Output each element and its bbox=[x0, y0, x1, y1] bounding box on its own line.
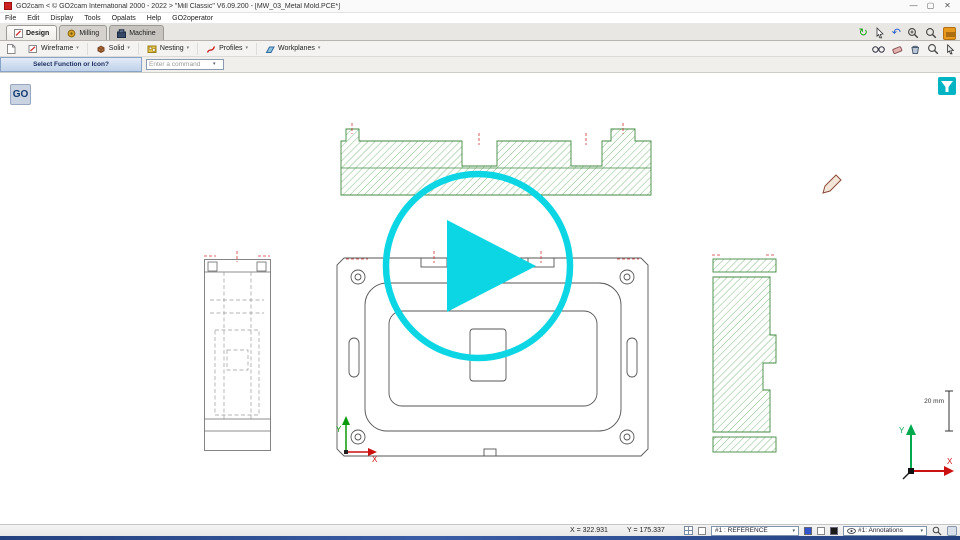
menu-opalats[interactable]: Opalats bbox=[112, 15, 136, 22]
svg-text:X: X bbox=[372, 455, 378, 464]
search-icon[interactable] bbox=[932, 526, 942, 536]
view-icon-cluster: ↻ ↶ bbox=[859, 26, 956, 56]
view-options-icon[interactable] bbox=[872, 45, 885, 54]
reference-select-value: #1 : REFERENCE bbox=[715, 527, 768, 534]
annotations-select-value: #1: Annotations bbox=[858, 527, 903, 534]
world-axes-icon: Y X bbox=[899, 424, 954, 479]
minimize-button[interactable]: — bbox=[905, 0, 922, 12]
machine-icon bbox=[117, 29, 126, 38]
nesting-group[interactable]: Nesting ▾ bbox=[138, 43, 197, 55]
design-icon bbox=[14, 29, 23, 38]
select-cursor-icon[interactable] bbox=[874, 27, 886, 39]
profiles-group[interactable]: Profiles ▾ bbox=[197, 43, 256, 55]
eraser-icon[interactable] bbox=[891, 44, 903, 55]
profiles-icon bbox=[206, 44, 216, 54]
zoom-all-icon[interactable] bbox=[927, 43, 939, 55]
go2cam-window: GO2cam < © GO2cam International 2000 - 2… bbox=[0, 0, 960, 540]
cursor-y-readout: Y = 175.337 bbox=[627, 527, 679, 534]
tab-milling[interactable]: Milling bbox=[59, 25, 107, 40]
chevron-down-icon[interactable]: ▾ bbox=[318, 46, 321, 51]
annotations-checkbox[interactable] bbox=[817, 527, 825, 535]
wireframe-icon bbox=[28, 44, 38, 54]
zoom-window-icon[interactable] bbox=[925, 27, 937, 39]
command-dropdown-icon[interactable]: ▾ bbox=[213, 61, 216, 67]
svg-text:X: X bbox=[947, 457, 953, 466]
tab-milling-label: Milling bbox=[79, 30, 99, 37]
grid-icon[interactable] bbox=[684, 526, 693, 535]
centerline-marks bbox=[204, 251, 270, 262]
nesting-icon bbox=[147, 44, 157, 54]
filter-icon[interactable] bbox=[938, 77, 956, 95]
drawing-canvas[interactable]: GO bbox=[0, 73, 960, 524]
menu-tools[interactable]: Tools bbox=[84, 15, 100, 22]
tab-machine-label: Machine bbox=[129, 30, 155, 37]
pen-color-swatch[interactable] bbox=[830, 527, 838, 535]
reference-select[interactable]: #1 : REFERENCE ▾ bbox=[711, 526, 799, 536]
svg-text:20 mm: 20 mm bbox=[924, 398, 944, 405]
regenerate-icon[interactable]: ↻ bbox=[859, 27, 868, 39]
profiles-label: Profiles bbox=[219, 45, 242, 52]
design-toolbar: Wireframe ▾ Solid ▾ Nesting ▾ Profiles bbox=[0, 41, 960, 57]
chevron-down-icon: ▾ bbox=[920, 528, 923, 534]
menu-edit[interactable]: Edit bbox=[27, 15, 39, 22]
cursor-x-readout: X = 322.931 bbox=[570, 527, 622, 534]
maximize-button[interactable]: ▢ bbox=[922, 0, 939, 12]
eye-icon bbox=[847, 528, 856, 534]
tab-design[interactable]: Design bbox=[6, 25, 57, 40]
menubar: File Edit Display Tools Opalats Help GO2… bbox=[0, 13, 960, 24]
new-document-icon[interactable] bbox=[5, 43, 17, 55]
window-title: GO2cam < © GO2cam International 2000 - 2… bbox=[16, 3, 905, 10]
workplanes-group[interactable]: Workplanes ▾ bbox=[256, 43, 328, 55]
video-play-overlay[interactable] bbox=[386, 174, 570, 358]
mode-tab-bar: Design Milling Machine bbox=[0, 24, 960, 41]
pencil-cursor-icon bbox=[823, 175, 841, 193]
solid-label: Solid bbox=[109, 45, 125, 52]
tab-design-label: Design bbox=[26, 30, 49, 37]
top-section-view[interactable] bbox=[341, 123, 651, 195]
svg-text:Y: Y bbox=[336, 425, 342, 434]
right-section-view[interactable] bbox=[712, 255, 776, 452]
svg-text:Y: Y bbox=[899, 426, 905, 435]
tab-machine[interactable]: Machine bbox=[109, 25, 163, 40]
command-prompt-label: Select Function or Icon? bbox=[0, 57, 142, 72]
chevron-down-icon[interactable]: ▾ bbox=[127, 46, 130, 51]
statusbar: X = 322.931 Y = 175.337 #1 : REFERENCE ▾… bbox=[0, 524, 960, 536]
chevron-down-icon: ▾ bbox=[792, 528, 795, 534]
app-icon bbox=[4, 2, 12, 10]
go2cam-status-badge-icon[interactable] bbox=[947, 526, 957, 536]
scale-indicator: 20 mm bbox=[924, 391, 953, 431]
solid-group[interactable]: Solid ▾ bbox=[87, 43, 138, 55]
menu-help[interactable]: Help bbox=[147, 15, 161, 22]
chevron-down-icon[interactable]: ▾ bbox=[245, 46, 248, 51]
workplanes-icon bbox=[265, 44, 275, 54]
command-row: Select Function or Icon? ▾ bbox=[0, 57, 960, 73]
wireframe-label: Wireframe bbox=[41, 45, 73, 52]
wireframe-group[interactable]: Wireframe ▾ bbox=[20, 43, 87, 55]
annotations-select[interactable]: #1: Annotations ▾ bbox=[843, 526, 927, 536]
bottom-accent-strip bbox=[0, 536, 960, 540]
close-button[interactable]: ✕ bbox=[939, 0, 956, 12]
solid-icon bbox=[96, 44, 106, 54]
menu-file[interactable]: File bbox=[5, 15, 16, 22]
chevron-down-icon[interactable]: ▾ bbox=[187, 46, 190, 51]
layer-color-swatch[interactable] bbox=[804, 527, 812, 535]
hidden-lines bbox=[210, 272, 264, 419]
nesting-label: Nesting bbox=[160, 45, 184, 52]
menu-display[interactable]: Display bbox=[50, 15, 73, 22]
undo-icon[interactable]: ↶ bbox=[892, 27, 901, 39]
go2cam-badge-icon[interactable] bbox=[943, 27, 956, 40]
fill-bucket-icon[interactable] bbox=[909, 44, 921, 55]
titlebar: GO2cam < © GO2cam International 2000 - 2… bbox=[0, 0, 960, 13]
chevron-down-icon[interactable]: ▾ bbox=[76, 46, 79, 51]
milling-icon bbox=[67, 29, 76, 38]
reference-checkbox[interactable] bbox=[698, 527, 706, 535]
menu-go2operator[interactable]: GO2operator bbox=[172, 15, 213, 22]
zoom-in-icon[interactable] bbox=[907, 27, 919, 39]
left-side-view[interactable] bbox=[204, 251, 271, 451]
pick-arrow-icon[interactable] bbox=[945, 44, 956, 55]
workplanes-label: Workplanes bbox=[278, 45, 315, 52]
